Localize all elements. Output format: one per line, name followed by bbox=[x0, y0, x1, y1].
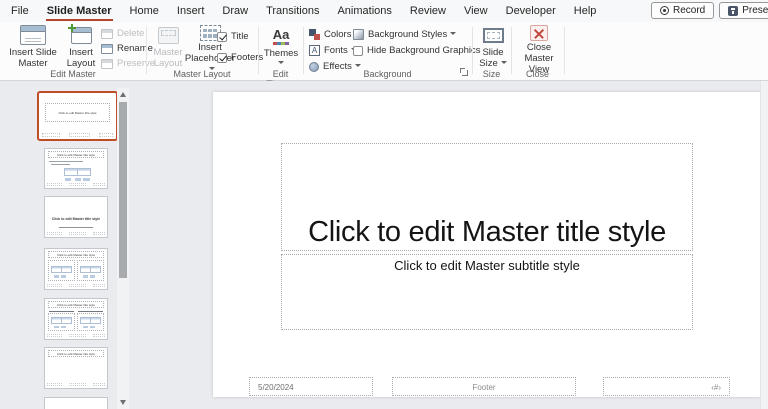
group-label-close: Close bbox=[525, 69, 549, 79]
insert-slide-master-icon bbox=[20, 25, 46, 46]
thumbnail-layout-title-slide[interactable]: Click to edit Master title style bbox=[44, 196, 108, 238]
group-label-master-layout: Master Layout bbox=[173, 69, 231, 79]
footer-placeholder[interactable]: Footer bbox=[392, 377, 576, 396]
ribbon-slide-master-tab: Insert Slide Master Insert Layout Delete… bbox=[0, 22, 768, 89]
menu-view[interactable]: View bbox=[455, 0, 497, 22]
thumbnail-slide-master[interactable]: Click to edit Master title style bbox=[37, 91, 118, 141]
menu-draw[interactable]: Draw bbox=[213, 0, 257, 22]
slide-canvas[interactable]: Click to edit Master title style Click t… bbox=[213, 92, 760, 397]
powerpoint-window: File Slide Master Home Insert Draw Trans… bbox=[0, 0, 768, 409]
date-text: 5/20/2024 bbox=[258, 383, 294, 392]
delete-icon bbox=[101, 28, 113, 39]
footers-checkbox[interactable] bbox=[217, 52, 227, 63]
background-styles-icon bbox=[353, 29, 364, 40]
rename-icon bbox=[101, 43, 113, 54]
insert-layout-icon bbox=[67, 23, 92, 44]
footer-text: Footer bbox=[472, 383, 496, 392]
fonts-icon: A bbox=[309, 45, 320, 56]
scrollbar-thumb[interactable] bbox=[119, 102, 127, 278]
master-layout-button: Master Layout bbox=[150, 25, 186, 69]
record-label: Record bbox=[673, 5, 706, 16]
menu-help[interactable]: Help bbox=[565, 0, 606, 22]
teams-icon bbox=[728, 5, 739, 16]
hide-background-graphics-row[interactable]: Hide Background Graphics bbox=[353, 45, 481, 56]
group-divider bbox=[564, 27, 565, 74]
colors-icon bbox=[309, 29, 320, 40]
footers-checkbox-row[interactable]: Footers bbox=[217, 52, 263, 63]
thumbnail-layout-comparison[interactable]: Click to edit Master title style bbox=[44, 298, 108, 340]
workspace: Click to edit Master title style Click t… bbox=[0, 81, 768, 409]
present-label: Present in Teams bbox=[742, 5, 768, 16]
thumbnail-layout-title-content[interactable]: Click to edit Master title style bbox=[44, 148, 108, 189]
master-layout-icon bbox=[157, 26, 179, 44]
menu-items: File Slide Master Home Insert Draw Trans… bbox=[2, 0, 605, 22]
menubar: File Slide Master Home Insert Draw Trans… bbox=[0, 0, 768, 22]
subtitle-placeholder[interactable]: Click to edit Master subtitle style bbox=[281, 254, 693, 330]
menu-home[interactable]: Home bbox=[121, 0, 168, 22]
title-placeholder-text: Click to edit Master title style bbox=[308, 216, 666, 248]
slide-number-placeholder[interactable]: ‹#› bbox=[603, 377, 730, 396]
insert-slide-master-button[interactable]: Insert Slide Master bbox=[6, 25, 60, 69]
scroll-up-icon[interactable] bbox=[120, 92, 126, 97]
date-placeholder[interactable]: 5/20/2024 bbox=[249, 377, 373, 396]
delete-button: Delete bbox=[101, 27, 144, 40]
menu-slide-master[interactable]: Slide Master bbox=[38, 0, 121, 22]
menu-file[interactable]: File bbox=[2, 0, 38, 22]
title-placeholder[interactable]: Click to edit Master title style bbox=[281, 143, 693, 251]
group-label-size: Size bbox=[482, 69, 501, 79]
scroll-down-icon[interactable] bbox=[120, 400, 126, 405]
menu-insert[interactable]: Insert bbox=[168, 0, 214, 22]
hide-background-graphics-checkbox[interactable] bbox=[353, 45, 363, 56]
background-styles-button[interactable]: Background Styles bbox=[353, 28, 456, 41]
background-dialog-launcher-icon[interactable] bbox=[460, 68, 469, 77]
group-divider bbox=[511, 27, 512, 74]
close-master-view-icon bbox=[530, 25, 548, 41]
themes-button[interactable]: Aa Themes bbox=[261, 25, 301, 69]
thumbnail-scrollbar[interactable] bbox=[117, 88, 129, 409]
thumbnail-layout-title-only[interactable]: Click to edit Master title style bbox=[44, 347, 108, 389]
group-label-edit-master: Edit Master bbox=[50, 69, 96, 79]
group-divider bbox=[472, 27, 473, 74]
thumbnail-layout-two-content[interactable]: Click to edit Master title style bbox=[44, 248, 108, 290]
title-checkbox[interactable] bbox=[217, 31, 227, 42]
titlebar-actions: Record Present in Teams bbox=[651, 2, 768, 19]
close-master-view-button[interactable]: Close Master View bbox=[514, 25, 564, 75]
preserve-icon bbox=[101, 58, 113, 69]
fonts-button[interactable]: A Fonts bbox=[309, 44, 357, 57]
menu-transitions[interactable]: Transitions bbox=[257, 0, 328, 22]
insert-layout-button[interactable]: Insert Layout bbox=[61, 23, 101, 69]
group-divider bbox=[146, 27, 147, 74]
plus-icon bbox=[67, 23, 76, 32]
group-divider bbox=[258, 27, 259, 74]
subtitle-placeholder-text: Click to edit Master subtitle style bbox=[394, 258, 580, 273]
group-label-background: Background bbox=[363, 69, 412, 79]
slide-size-button[interactable]: Slide Size bbox=[476, 25, 510, 69]
menu-review[interactable]: Review bbox=[401, 0, 455, 22]
menu-developer[interactable]: Developer bbox=[497, 0, 565, 22]
group-divider bbox=[303, 27, 304, 74]
slide-size-icon bbox=[482, 27, 504, 43]
menu-animations[interactable]: Animations bbox=[328, 0, 400, 22]
present-in-teams-button[interactable]: Present in Teams bbox=[719, 2, 768, 19]
slide-number-text: ‹#› bbox=[711, 383, 721, 392]
thumbnail-layout-partial[interactable] bbox=[44, 397, 108, 409]
record-button[interactable]: Record bbox=[651, 2, 715, 19]
title-checkbox-row[interactable]: Title bbox=[217, 31, 249, 42]
record-icon bbox=[660, 6, 669, 15]
main-scrollbar-track[interactable] bbox=[760, 81, 768, 409]
themes-icon: Aa bbox=[273, 28, 290, 45]
